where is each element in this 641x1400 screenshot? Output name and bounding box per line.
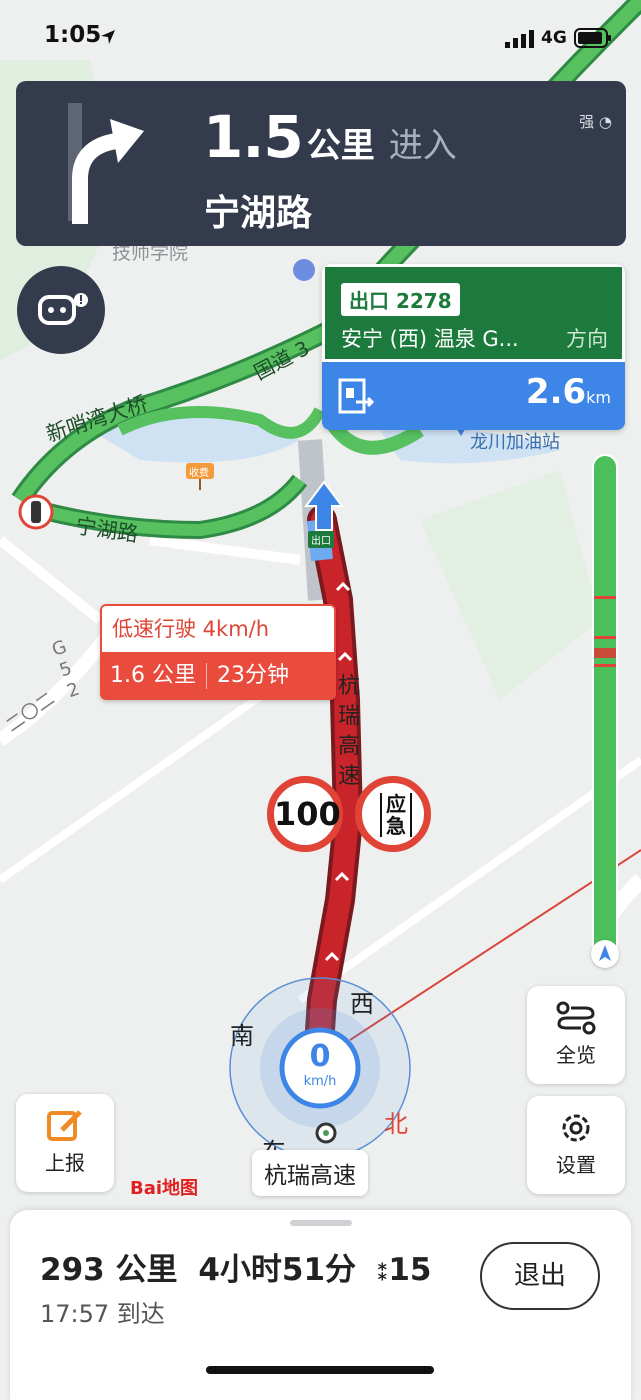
edit-report-icon [47,1110,82,1141]
report-label: 上报 [45,1151,85,1175]
turn-action: 进入 [388,126,457,166]
turn-distance-unit: 公里 [306,126,375,166]
exit-sign-top: 出口 2278 安宁 (西) 温泉 G... 方向 [322,264,625,362]
exit-direction-label: 方向 [566,327,608,351]
route-overview-icon [556,1001,596,1035]
gear-icon [562,1114,590,1142]
arrival-time: 17:57 到达 [40,1300,165,1328]
exit-navigation-button[interactable]: 退出 [480,1242,600,1310]
map-label-gas-station: 龙川加油站 [470,432,560,453]
congestion-detail: 1.6 公里 23分钟 [100,652,336,700]
exit-sign-bottom: 2.6km [322,362,625,430]
compass-north: 北 [384,1110,408,1138]
settings-label: 设置 [556,1153,596,1177]
baidu-map-logo: Bai地图 [130,1178,199,1199]
gps-signal-icon: ◔ [598,113,612,131]
exit-distance-unit: km [586,388,611,407]
progress-position-icon [591,940,619,968]
turn-right-arrow-icon [72,119,144,224]
assistant-face-icon [38,293,88,325]
emergency-lane-sign: 应急 [355,776,431,852]
map-label-hangrui-vertical: 杭瑞高速 [338,674,361,789]
congestion-segment [594,648,616,658]
overview-button[interactable]: 全览 [527,986,625,1084]
congestion-segment [594,664,616,667]
settings-button[interactable]: 设置 [527,1096,625,1194]
traffic-light-icon: ⁑ [376,1261,389,1286]
gps-signal-label: 强 [579,113,595,131]
congestion-segment [594,636,616,639]
current-road-label: 杭瑞高速 [252,1150,368,1196]
map-label-exit-marker: 出口 [308,531,334,548]
congestion-duration: 23分钟 [216,663,289,688]
speed-limit-sign: 100 [267,776,343,852]
location-arrow-icon [101,30,115,44]
compass-west: 西 [350,990,374,1018]
speed-unit: km/h [303,1074,337,1089]
current-speed: 0 km/h [284,1039,356,1090]
emergency-lane-text: 应急 [380,793,412,837]
home-indicator[interactable] [206,1366,434,1374]
congestion-notice[interactable]: 低速行驶 4km/h 1.6 公里 23分钟 [100,604,336,700]
battery-icon [574,28,611,48]
status-time: 1:05 [44,22,102,48]
turn-distance-value: 1.5 [203,103,304,171]
route-progress-bar [594,456,616,966]
speed-value: 0 [309,1039,331,1074]
turn-instruction-banner[interactable]: 1.5 公里 进入 宁湖路 强 ◔ [16,81,626,246]
traffic-light-count: ⁑15 [377,1252,432,1288]
distance-row: 1.5 公里 进入 [203,103,457,171]
trip-distance: 293 公里 [40,1252,178,1288]
overview-label: 全览 [556,1043,596,1067]
drag-handle[interactable] [290,1220,352,1226]
network-type: 4G [541,28,567,48]
exit-destination: 安宁 (西) 温泉 G... [341,327,519,351]
cellular-signal-icon [505,30,534,48]
congestion-title: 低速行驶 4km/h [100,604,336,652]
exit-distance: 2.6km [526,372,611,412]
report-button[interactable]: 上报 [16,1094,114,1192]
exit-number-tag: 出口 2278 [341,283,460,316]
exit-ramp-icon [338,378,375,414]
gps-signal: 强 ◔ [579,111,612,132]
voice-assistant-button[interactable] [17,266,105,354]
compass-south: 南 [230,1022,254,1050]
trip-time: 4小时51分 [198,1252,357,1288]
exit-sign-card[interactable]: 出口 2278 安宁 (西) 温泉 G... 方向 2.6km [322,264,625,430]
divider [205,663,207,689]
traffic-light-count-value: 15 [388,1252,432,1288]
next-road-name: 宁湖路 [204,193,313,234]
status-bar: 1:05 4G [0,0,641,70]
trip-summary: 293 公里 4小时51分 ⁑15 [40,1244,431,1289]
congestion-distance: 1.6 公里 [110,663,196,688]
map-label-toll: 收费 [189,468,209,479]
exit-distance-value: 2.6 [525,372,587,412]
congestion-segment [594,596,616,599]
